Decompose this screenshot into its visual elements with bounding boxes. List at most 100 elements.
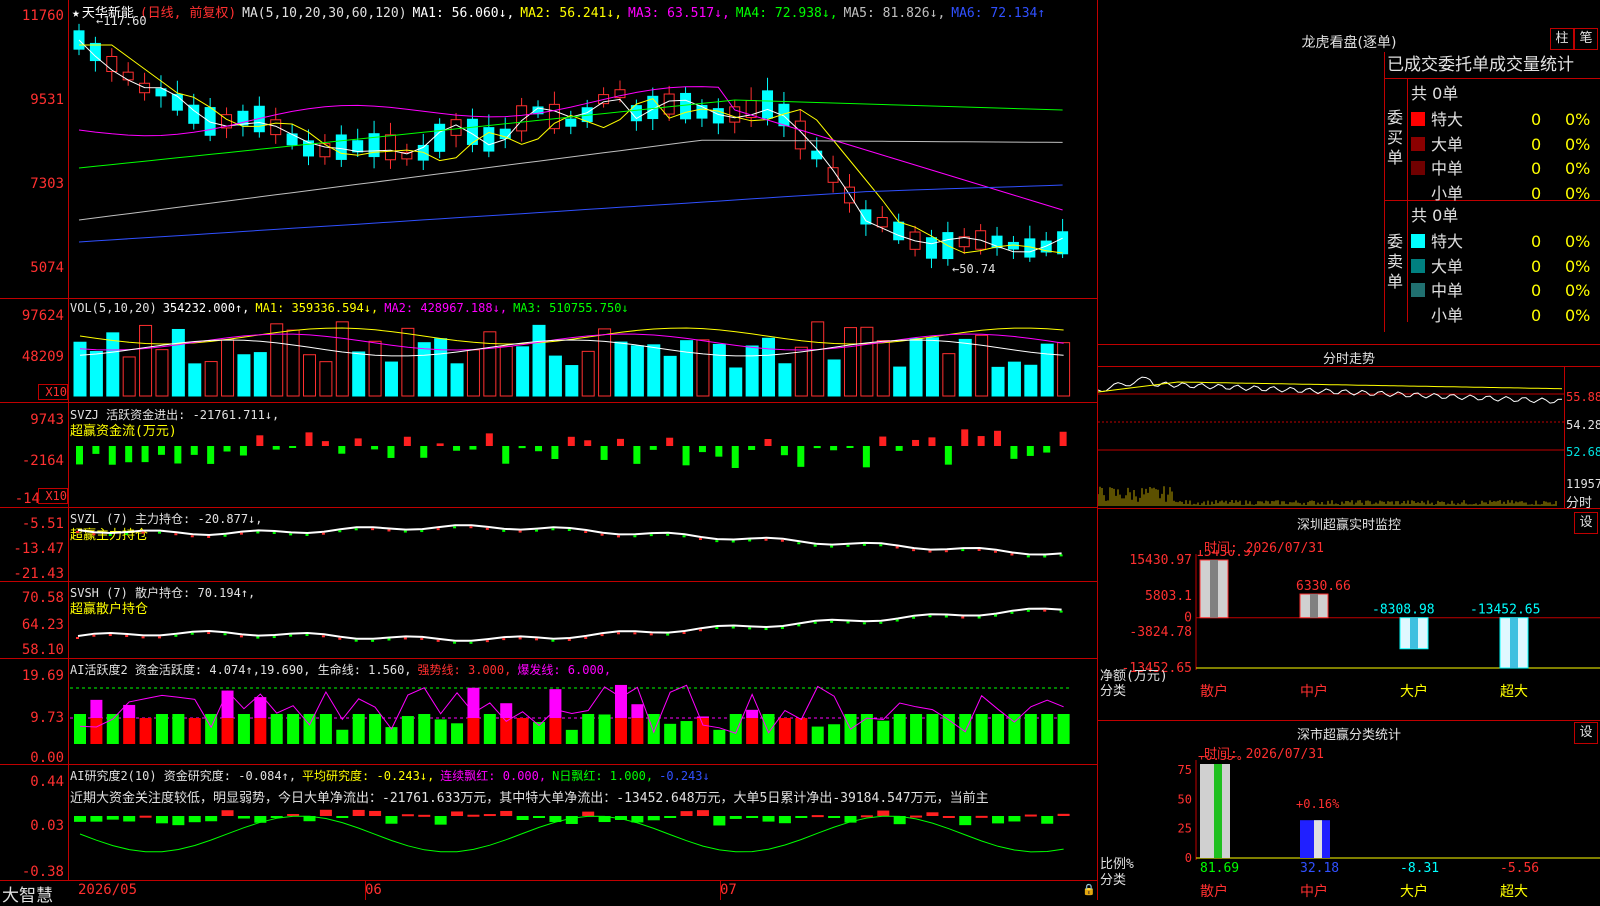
holding-tick [338,530,342,533]
volume-bar [106,332,120,397]
fund-flow-bar [272,446,280,450]
holding-tick [912,616,916,619]
holding-tick [830,620,834,623]
fund-flow-bar [157,446,165,455]
volume-bar [499,345,513,397]
research-bar [139,815,152,818]
holding-tick [354,639,358,642]
sz-monitor-settings-button[interactable]: 设 [1574,512,1598,534]
holding-tick [371,528,375,531]
sz-monitor-chart[interactable]: 15430.97 5803.1 0-3824.78 -13452.65 15430.97… [1098,550,1600,720]
legend-swatch [1411,186,1425,200]
ai-active-tick: 9.73 [30,710,64,726]
fund-flow-bar [649,446,657,450]
fund-flow-chart[interactable] [70,420,1096,504]
monitor-category: 中户 [1300,683,1328,700]
lock-icon[interactable]: 🔒 [1082,883,1096,896]
research-bar [106,816,119,820]
research-bar [795,816,808,818]
volume-bar [598,328,612,397]
candle [270,119,282,136]
bar-mode-button[interactable]: 柱 [1550,28,1574,50]
order-row-pct: 0% [1565,305,1591,325]
volume-chart[interactable] [70,316,1096,398]
vol-ma3: MA3: 510755.750↓ [513,301,629,315]
stats-value: -8.31 [1400,861,1439,876]
svsh-tick: 64.23 [21,617,64,633]
holding-tick [436,639,440,642]
ai-research-chart[interactable] [70,806,1096,878]
stats-bar [1200,764,1230,858]
svzl-tick: -5.51 [21,516,64,532]
holding-tick [813,621,817,624]
tick-mode-button[interactable]: 笔 [1574,28,1598,50]
retail-holding-chart[interactable] [70,596,1096,656]
volume-bar [614,341,628,397]
active-bar-base [631,718,644,744]
holding-tick [994,550,998,553]
sz-stats-chart[interactable]: 75 50 25 0 +0.39% +0.16% 81.69 32.18 -8.31 -5.56 比… [1098,756,1600,900]
monitor-bar [1499,617,1529,669]
volume-bar [794,346,808,397]
price-tick: 5074 [30,260,64,276]
candlestick-chart[interactable] [70,20,1096,296]
main-holding-chart[interactable] [70,522,1096,580]
candle [483,127,495,152]
legend-swatch [1411,308,1425,322]
fund-flow-bar [1010,446,1018,459]
fund-flow-bar [666,437,674,446]
fund-flow-bar [174,446,182,464]
ai-active-chart[interactable] [70,674,1096,762]
ai-research-header: AI研究度2(10) 资金研究度: -0.084↑, 平均研究度: -0.243↓… [70,767,716,784]
active-bar-base [90,718,103,744]
active-bar [992,714,1005,744]
holding-tick [944,615,948,618]
order-row-pct: 0% [1565,110,1591,129]
volume-bar [171,328,185,397]
monitor-bar-shade [1310,594,1318,618]
ma3-value: MA3: 63.517↓, [628,6,730,21]
volume-bar [319,361,333,397]
legend-swatch [1411,283,1425,297]
holding-tick [502,638,506,641]
holding-tick [518,530,522,533]
monitor-xlabel: 分类 [1100,684,1126,699]
holding-tick [256,636,260,639]
fund-flow-bar [338,446,346,454]
fund-flow-bar [92,446,100,454]
stats-value: -5.56 [1500,861,1539,876]
vol-unit: X10 [38,384,68,400]
ai-research-cont: 连续飘红: 0.000, [440,769,547,783]
volume-bar [876,340,890,397]
holding-tick [256,531,260,534]
holding-tick [912,549,916,552]
monitor-tick: -3824.78 [1129,625,1192,640]
ai-research-note: 近期大资金关注度较低，明显弱势，今日大单净流出：-21761.633万元，其中特… [70,791,989,806]
monitor-bar-label: -13452.65 [1470,603,1540,618]
fund-flow-bar [354,438,362,446]
active-bar [1024,714,1037,744]
ma1-line [78,39,1063,253]
volume-bar [729,367,743,397]
active-bar [762,714,775,744]
holding-tick [321,532,325,535]
research-bar [451,811,464,816]
research-bar [942,815,955,818]
period-label[interactable]: (日线, 前复权) [140,6,236,21]
kline-chart-area[interactable]: ★ 天华新能 (日线, 前复权) MA(5,10,20,30,60,120) MA1: … [0,0,1098,906]
active-bar-top [696,716,709,718]
star-icon[interactable]: ★ [72,6,80,21]
candle [450,119,462,136]
ma2-line [79,44,1063,254]
sz-stats-settings-button[interactable]: 设 [1574,722,1598,744]
candle [106,55,118,73]
fund-flow-bar [961,429,969,446]
volume-bar [139,324,153,397]
intraday-chart[interactable] [1098,370,1564,508]
volume-bar [958,338,972,397]
holding-tick [1026,555,1030,558]
holding-tick [731,540,735,543]
research-bar [418,814,431,817]
fund-flow-bar [387,446,395,458]
ai-active-tick: 0.00 [30,750,64,766]
